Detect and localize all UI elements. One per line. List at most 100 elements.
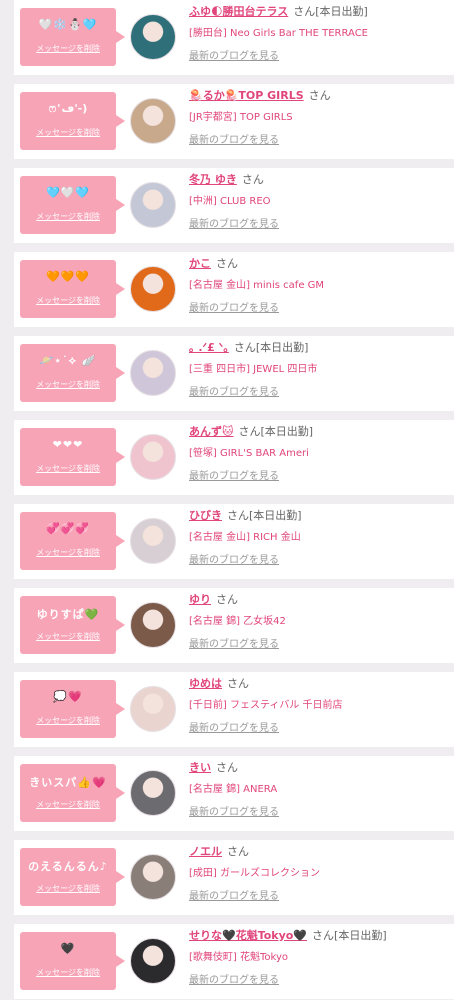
name-line: ふゆ🌓勝田台テラス さん[本日出勤] <box>189 3 368 19</box>
honorific: さん <box>227 845 249 858</box>
message-bubble: 🤍❄️⛄🩵 メッセージを削除 <box>20 8 125 66</box>
message-bubble: 🪐⋆˙⟡ 🪽 メッセージを削除 <box>20 344 125 402</box>
delete-message-button[interactable]: メッセージを削除 <box>20 211 116 222</box>
message-text: のえるんるん♪ <box>28 860 108 873</box>
latest-blog-link[interactable]: 最新のブログを見る <box>189 383 279 398</box>
message-text: ゆりすぱ💚 <box>36 608 100 621</box>
shop-name: [笹塚] GIRL'S BAR Ameri <box>189 448 309 459</box>
honorific: さん <box>312 929 335 942</box>
delete-message-button[interactable]: メッセージを削除 <box>20 967 116 978</box>
on-duty-badge: [本日出勤] <box>315 5 368 18</box>
list-item: 🪐⋆˙⟡ 🪽 メッセージを削除 ｡ .ᐟ£ ᐠ｡ さん[本日出勤] [三重 四日市… <box>14 336 454 411</box>
latest-blog-link[interactable]: 最新のブログを見る <box>189 887 279 902</box>
message-bubble: 🩵🤍🩵 メッセージを削除 <box>20 176 125 234</box>
honorific: さん <box>227 509 249 522</box>
shop-name: [成田] ガールズコレクション <box>189 868 320 879</box>
avatar[interactable] <box>130 854 176 900</box>
latest-blog-link[interactable]: 最新のブログを見る <box>189 47 279 62</box>
delete-message-button[interactable]: メッセージを削除 <box>20 715 116 726</box>
message-text: 💞💞💞 <box>45 522 91 535</box>
shop-name: [JR宇都宮] TOP GIRLS <box>189 112 293 123</box>
delete-message-button[interactable]: メッセージを削除 <box>20 547 116 558</box>
latest-blog-link[interactable]: 最新のブログを見る <box>189 635 279 650</box>
name-line: ノエル さん <box>189 843 249 859</box>
girl-name-link[interactable]: ノエル <box>189 845 222 858</box>
avatar[interactable] <box>130 350 176 396</box>
girl-name-link[interactable]: 冬乃 ゆき <box>189 173 237 186</box>
name-line: ゆり さん <box>189 591 238 607</box>
honorific: さん <box>233 341 256 354</box>
avatar[interactable] <box>130 518 176 564</box>
shop-name: [三重 四日市] JEWEL 四日市 <box>189 364 318 375</box>
name-line: きい さん <box>189 759 238 775</box>
name-line: 🪼るか🪼TOP GIRLS さん <box>189 87 331 103</box>
delete-message-button[interactable]: メッセージを削除 <box>20 379 116 390</box>
latest-blog-link[interactable]: 最新のブログを見る <box>189 971 279 986</box>
girl-name-link[interactable]: 🪼るか🪼TOP GIRLS <box>189 89 304 102</box>
list-item: 💞💞💞 メッセージを削除 ひびき さん[本日出勤] [名古屋 金山] RICH 金… <box>14 504 454 579</box>
message-bubble: 🧡🧡🧡 メッセージを削除 <box>20 260 125 318</box>
list-item: のえるんるん♪ メッセージを削除 ノエル さん [成田] ガールズコレクション 最… <box>14 840 454 915</box>
avatar[interactable] <box>130 14 176 60</box>
girl-name-link[interactable]: あんず🐱 <box>189 425 233 438</box>
list-item: 💭💗 メッセージを削除 ゆめは さん [千日前] フェスティバル 千日前店 最新の… <box>14 672 454 747</box>
girl-name-link[interactable]: ひびき <box>189 509 222 522</box>
latest-blog-link[interactable]: 最新のブログを見る <box>189 215 279 230</box>
honorific: さん <box>216 761 238 774</box>
avatar[interactable] <box>130 686 176 732</box>
delete-message-button[interactable]: メッセージを削除 <box>20 463 116 474</box>
avatar[interactable] <box>130 770 176 816</box>
latest-blog-link[interactable]: 最新のブログを見る <box>189 803 279 818</box>
girl-name-link[interactable]: ゆめは <box>189 677 222 690</box>
list-item: 🖤 メッセージを削除 せりな🖤花魁Tokyo🖤 さん[本日出勤] [歌舞伎町] 花… <box>14 924 454 999</box>
latest-blog-link[interactable]: 最新のブログを見る <box>189 467 279 482</box>
shop-name: [中洲] CLUB REO <box>189 196 271 207</box>
message-text: 🖤 <box>60 942 76 955</box>
honorific: さん <box>216 257 238 270</box>
girl-name-link[interactable]: きい <box>189 761 211 774</box>
shop-name: [名古屋 金山] RICH 金山 <box>189 532 301 543</box>
delete-message-button[interactable]: メッセージを削除 <box>20 883 116 894</box>
delete-message-button[interactable]: メッセージを削除 <box>20 127 116 138</box>
list-item: きいスパ👍💗 メッセージを削除 きい さん [名古屋 錦] ANERA 最新のブロ… <box>14 756 454 831</box>
message-text: 🧡🧡🧡 <box>45 270 91 283</box>
avatar[interactable] <box>130 602 176 648</box>
latest-blog-link[interactable]: 最新のブログを見る <box>189 131 279 146</box>
message-text: 🪐⋆˙⟡ 🪽 <box>39 354 97 367</box>
avatar[interactable] <box>130 98 176 144</box>
honorific: さん <box>308 89 331 102</box>
message-bubble: ゆりすぱ💚 メッセージを削除 <box>20 596 125 654</box>
on-duty-badge: [本日出勤] <box>255 341 309 354</box>
message-bubble: ❤❤❤ メッセージを削除 <box>20 428 125 486</box>
name-line: 冬乃 ゆき さん <box>189 171 264 187</box>
girl-name-link[interactable]: ふゆ🌓勝田台テラス <box>189 5 288 18</box>
shop-name: [名古屋 金山] minis cafe GM <box>189 280 325 291</box>
girl-name-link[interactable]: ゆり <box>189 593 211 606</box>
list-item: 🤍❄️⛄🩵 メッセージを削除 ふゆ🌓勝田台テラス さん[本日出勤] [勝田台] N… <box>14 0 454 75</box>
delete-message-button[interactable]: メッセージを削除 <box>20 43 116 54</box>
avatar[interactable] <box>130 182 176 228</box>
avatar[interactable] <box>130 266 176 312</box>
name-line: あんず🐱 さん[本日出勤] <box>189 423 313 439</box>
girl-name-link[interactable]: かこ <box>189 257 211 270</box>
girl-name-link[interactable]: せりな🖤花魁Tokyo🖤 <box>189 929 307 942</box>
delete-message-button[interactable]: メッセージを削除 <box>20 799 116 810</box>
latest-blog-link[interactable]: 最新のブログを見る <box>189 551 279 566</box>
on-duty-badge: [本日出勤] <box>260 425 314 438</box>
message-bubble: ෆ'ڡ'-) メッセージを削除 <box>20 92 125 150</box>
list-item: ❤❤❤ メッセージを削除 あんず🐱 さん[本日出勤] [笹塚] GIRL'S BA… <box>14 420 454 495</box>
name-line: ｡ .ᐟ£ ᐠ｡ さん[本日出勤] <box>189 339 308 355</box>
latest-blog-link[interactable]: 最新のブログを見る <box>189 719 279 734</box>
list-item: 🧡🧡🧡 メッセージを削除 かこ さん [名古屋 金山] minis cafe GM… <box>14 252 454 327</box>
message-bubble: 🖤 メッセージを削除 <box>20 932 125 990</box>
delete-message-button[interactable]: メッセージを削除 <box>20 631 116 642</box>
delete-message-button[interactable]: メッセージを削除 <box>20 295 116 306</box>
avatar[interactable] <box>130 938 176 984</box>
list-item: ゆりすぱ💚 メッセージを削除 ゆり さん [名古屋 錦] 乙女坂42 最新のブログ… <box>14 588 454 663</box>
latest-blog-link[interactable]: 最新のブログを見る <box>189 299 279 314</box>
honorific: さん <box>238 425 261 438</box>
avatar[interactable] <box>130 434 176 480</box>
message-bubble: きいスパ👍💗 メッセージを削除 <box>20 764 125 822</box>
girl-name-link[interactable]: ｡ .ᐟ£ ᐠ｡ <box>189 341 229 354</box>
honorific: さん <box>216 593 238 606</box>
